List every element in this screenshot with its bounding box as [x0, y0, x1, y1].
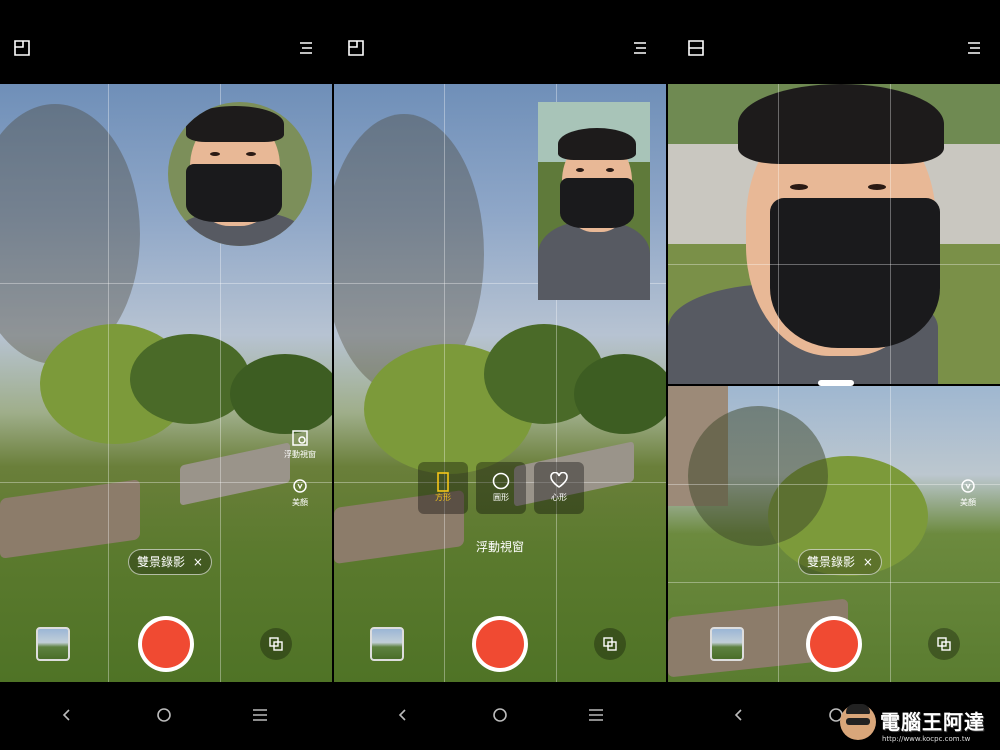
- switch-camera-button[interactable]: [260, 628, 292, 660]
- system-nav-bar: [334, 682, 666, 750]
- close-icon[interactable]: ×: [193, 555, 203, 569]
- grid-line: [890, 386, 891, 682]
- top-bar: [668, 0, 1000, 84]
- back-icon[interactable]: [732, 708, 746, 722]
- phone-screen-circle-pip: 浮動視窗 美顏 雙景錄影 ×: [0, 0, 332, 750]
- grid-line: [0, 283, 332, 284]
- beauty-icon: [961, 479, 975, 493]
- switch-camera-icon: [937, 637, 951, 651]
- switch-camera-button[interactable]: [928, 628, 960, 660]
- tree-canopy: [574, 354, 666, 434]
- front-camera-circle-pip[interactable]: [168, 102, 312, 246]
- record-button[interactable]: [472, 616, 528, 672]
- eye: [868, 184, 886, 190]
- system-nav-bar: [0, 682, 332, 750]
- shape-option-circle[interactable]: 圓形: [476, 462, 526, 514]
- floating-window-control[interactable]: 浮動視窗: [278, 430, 322, 460]
- floating-window-icon: [292, 430, 308, 446]
- mode-pill-label: 雙景錄影: [807, 555, 856, 569]
- dual-video-mode-pill[interactable]: 雙景錄影 ×: [128, 549, 212, 575]
- home-icon[interactable]: [492, 708, 508, 724]
- back-icon[interactable]: [60, 708, 74, 722]
- hair: [738, 84, 944, 164]
- rear-camera-viewfinder[interactable]: 方形 圓形 心形 浮動視窗: [334, 84, 666, 682]
- beauty-icon: [293, 479, 307, 493]
- record-button[interactable]: [806, 616, 862, 672]
- shape-option-label: 方形: [435, 493, 451, 502]
- rear-camera-viewfinder[interactable]: 浮動視窗 美顏 雙景錄影 ×: [0, 84, 332, 682]
- switch-camera-button[interactable]: [594, 628, 626, 660]
- dual-video-mode-pill[interactable]: 雙景錄影 ×: [798, 549, 882, 575]
- system-nav-bar: 電腦王阿達 http://www.kocpc.com.tw: [668, 682, 1000, 750]
- record-button[interactable]: [138, 616, 194, 672]
- watermark-title: 電腦王阿達: [880, 710, 985, 734]
- grid-line: [668, 264, 1000, 265]
- recents-icon[interactable]: [588, 708, 604, 722]
- screenshot-stage: 浮動視窗 美顏 雙景錄影 × 方形 圓形 心形 浮動視窗 美顏 雙景錄影 × 電…: [0, 0, 1000, 750]
- pip-layout-icon[interactable]: [348, 40, 364, 56]
- watermark: 電腦王阿達 http://www.kocpc.com.tw: [838, 702, 998, 748]
- tree-canopy: [130, 334, 250, 424]
- panel-title: 浮動視窗: [475, 540, 524, 554]
- stream-path: [180, 442, 290, 506]
- shape-option-label: 心形: [551, 493, 567, 502]
- face-mask: [560, 178, 634, 228]
- split-viewfinder: 美顏 雙景錄影 ×: [668, 84, 1000, 682]
- gallery-thumbnail[interactable]: [36, 627, 70, 661]
- front-camera-view[interactable]: [668, 84, 1000, 384]
- hair: [558, 128, 636, 160]
- menu-icon[interactable]: [966, 40, 982, 56]
- grid-line: [890, 84, 891, 384]
- square-shape-icon: [437, 472, 449, 492]
- front-camera-rect-pip[interactable]: [538, 102, 650, 300]
- switch-camera-icon: [603, 637, 617, 651]
- tree-canopy: [688, 406, 828, 546]
- mascot-logo: [840, 704, 876, 740]
- eye: [210, 152, 220, 156]
- shirt: [538, 222, 650, 300]
- menu-icon[interactable]: [298, 40, 314, 56]
- back-icon[interactable]: [396, 708, 410, 722]
- eye: [790, 184, 808, 190]
- stone-wall: [0, 479, 140, 559]
- top-bar: [334, 0, 666, 84]
- shape-option-label: 圓形: [493, 493, 509, 502]
- face-mask: [770, 198, 940, 348]
- beauty-control[interactable]: 美顏: [946, 478, 990, 508]
- gallery-thumbnail[interactable]: [710, 627, 744, 661]
- grid-line: [778, 84, 779, 384]
- eye: [246, 152, 256, 156]
- phone-screen-split-view: 美顏 雙景錄影 × 電腦王阿達 http://www.kocpc.com.tw: [668, 0, 1000, 750]
- mode-pill-label: 雙景錄影: [137, 555, 186, 569]
- shape-option-square[interactable]: 方形: [418, 462, 468, 514]
- eye: [576, 168, 584, 172]
- beauty-label: 美顏: [292, 498, 308, 507]
- shape-option-heart[interactable]: 心形: [534, 462, 584, 514]
- recents-icon[interactable]: [252, 708, 268, 722]
- top-bar: [0, 0, 332, 84]
- gallery-thumbnail[interactable]: [370, 627, 404, 661]
- switch-camera-icon: [269, 637, 283, 651]
- grid-line: [668, 582, 1000, 583]
- grid-line: [108, 84, 109, 682]
- close-icon[interactable]: ×: [863, 555, 873, 569]
- eye: [606, 168, 614, 172]
- beauty-control[interactable]: 美顏: [278, 478, 322, 508]
- heart-shape-icon: [550, 471, 568, 488]
- grid-line: [444, 84, 445, 682]
- pip-shape-options: 方形 圓形 心形: [418, 462, 588, 514]
- home-icon[interactable]: [156, 708, 172, 724]
- circle-shape-icon: [492, 472, 510, 490]
- pip-layout-icon[interactable]: [14, 40, 30, 56]
- floating-window-label: 浮動視窗: [284, 450, 316, 459]
- beauty-label: 美顏: [960, 498, 976, 507]
- menu-icon[interactable]: [632, 40, 648, 56]
- face-mask: [186, 164, 282, 222]
- grid-line: [778, 386, 779, 682]
- tree-canopy: [230, 354, 332, 434]
- watermark-url: http://www.kocpc.com.tw: [882, 735, 971, 743]
- split-layout-icon[interactable]: [688, 40, 704, 56]
- phone-screen-shape-picker: 方形 圓形 心形 浮動視窗: [334, 0, 666, 750]
- hair: [186, 106, 284, 142]
